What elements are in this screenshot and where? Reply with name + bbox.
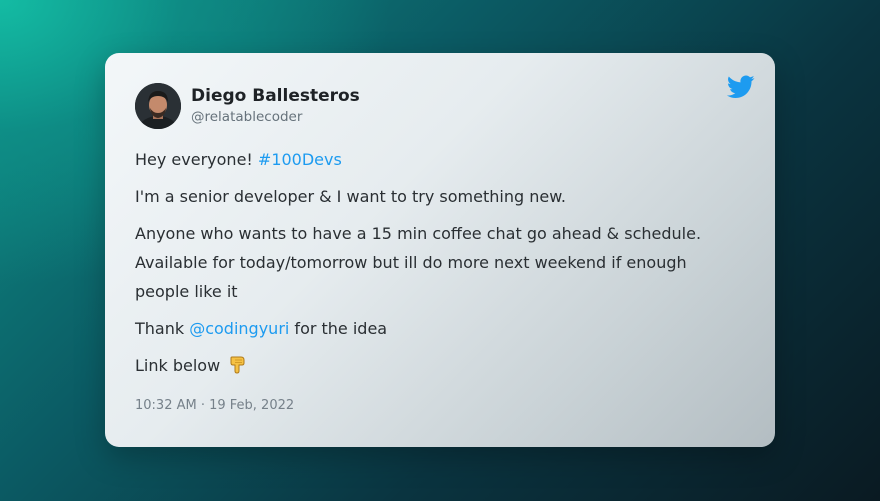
tweet-card: Diego Ballesteros @relatablecoder Hey ev…: [105, 53, 775, 447]
tweet-line-link: Link below: [135, 351, 755, 380]
link-below-text: Link below: [135, 356, 226, 375]
tweet-paragraph-offer: Anyone who wants to have a 15 min coffee…: [135, 219, 755, 306]
tweet-line-intro: I'm a senior developer & I want to try s…: [135, 187, 566, 206]
background: { "tweet": { "author_name": "Diego Balle…: [0, 0, 880, 501]
tweet-body: Hey everyone! #100Devs I'm a senior deve…: [135, 145, 755, 388]
tweet-line-thanks: Thank @codingyuri for the idea: [135, 314, 755, 343]
hashtag-link[interactable]: #100Devs: [258, 150, 342, 169]
twitter-bird-icon[interactable]: [727, 75, 755, 99]
tweet-timestamp[interactable]: 10:32 AM · 19 Feb, 2022: [135, 398, 294, 413]
greeting-text: Hey everyone!: [135, 150, 258, 169]
offer-line-3: people like it: [135, 282, 238, 301]
avatar[interactable]: [135, 83, 181, 129]
offer-line-2: Available for today/tomorrow but ill do …: [135, 253, 687, 272]
author-handle[interactable]: @relatablecoder: [191, 109, 302, 125]
tweet-line-greeting: Hey everyone! #100Devs: [135, 145, 755, 174]
thanks-suffix: for the idea: [289, 319, 388, 338]
mention-link[interactable]: @codingyuri: [189, 319, 289, 338]
offer-line-1: Anyone who wants to have a 15 min coffee…: [135, 224, 702, 243]
thanks-prefix: Thank: [135, 319, 190, 338]
pointing-down-emoji: [230, 356, 245, 374]
author-name[interactable]: Diego Ballesteros: [191, 86, 360, 106]
